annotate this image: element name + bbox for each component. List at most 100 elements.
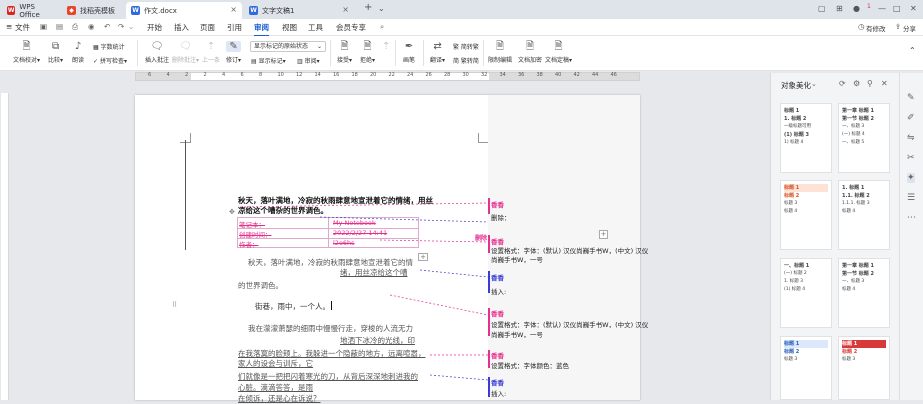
tab-wenzi-wengao[interactable]: W 文字文稿1 ×: [244, 2, 354, 19]
word-doc-icon: W: [249, 6, 258, 15]
window-close-icon[interactable]: ✕: [910, 4, 917, 13]
drag-handle-icon[interactable]: ⠿: [172, 301, 177, 309]
review-pane-button[interactable]: ▥ 审阅▾: [297, 56, 320, 65]
tab-zuowen-docx[interactable]: W 作文.docx ×: [126, 2, 242, 19]
close-icon[interactable]: ×: [230, 5, 237, 14]
delete-comment-button[interactable]: 🗨 删除批注▾: [172, 41, 199, 64]
comment-text[interactable]: 删除：: [491, 212, 511, 222]
convert-icon: 繁: [453, 44, 461, 51]
comment-text[interactable]: 插入:: [491, 388, 506, 398]
read-aloud-button[interactable]: ♪ 朗读: [72, 41, 84, 64]
word-count-button[interactable]: ▦ 字数统计: [93, 42, 125, 51]
style-card[interactable]: 标题 1 标题 2 标题 3: [780, 336, 832, 400]
history-icon[interactable]: ◷: [858, 22, 865, 31]
style-card[interactable]: 第一章 标题 1 第一节 标题 2 一、标题 3 (一) 标题 4 一、标题 5: [838, 103, 890, 173]
style-card[interactable]: 一、标题 1 (一) 标题 2 1. 标题 3 (1) 标题 4: [780, 258, 832, 328]
menu-reference[interactable]: 引用: [227, 22, 242, 33]
insert-comment-button[interactable]: 🗨 插入批注: [145, 41, 169, 64]
maximize-icon[interactable]: □: [893, 4, 901, 13]
accept-button[interactable]: 🗎 接受▾: [337, 41, 352, 64]
save-icon[interactable]: ▣: [40, 22, 47, 31]
style-card[interactable]: 标题 1 1. 标题 2 一级标题可用 (1) 标题 3 1) 标题 4: [780, 103, 832, 173]
minimize-icon[interactable]: —: [878, 4, 886, 13]
folder-icon[interactable]: ▤: [56, 22, 63, 31]
ruler-number: 20: [370, 72, 377, 78]
traditional-to-simplified-button[interactable]: 简 繁转简: [453, 56, 479, 65]
hamburger-icon[interactable]: ≡: [6, 22, 12, 31]
previous-button[interactable]: ⇡ 上一条: [202, 41, 220, 64]
encrypt-button[interactable]: 🗎 文档加密: [518, 41, 542, 64]
comment-text[interactable]: 插入:: [491, 286, 506, 296]
comment-text[interactable]: 尚巍手书W，一号: [491, 254, 543, 264]
proofread-button[interactable]: 🗎 文档校对▾: [13, 41, 40, 64]
undo-icon[interactable]: ↶: [104, 22, 110, 31]
adjust-icon[interactable]: ⇋: [907, 133, 915, 143]
pen-icon[interactable]: ✎: [907, 93, 915, 103]
scissors-icon[interactable]: ✂: [907, 153, 915, 163]
ruler-number: 4: [166, 72, 170, 78]
redo-icon[interactable]: ↷: [118, 22, 124, 31]
menu-view[interactable]: 视图: [282, 22, 297, 33]
compare-button[interactable]: ⧉ 比较▾: [48, 41, 63, 64]
style-card[interactable]: 1. 标题 1 1.1. 标题 2 1.1.1. 标题 3 标题 4: [838, 180, 890, 250]
style-card[interactable]: 标题 1 标题 2 标题 3 标题 4: [780, 180, 832, 250]
markup-state-select[interactable]: 显示标记的原始状态 ⌄: [250, 41, 326, 52]
share-icon[interactable]: ⇪: [895, 22, 901, 31]
finalize-button[interactable]: 🗎 文档定稿▾: [545, 41, 572, 64]
button-label: 拒绝: [360, 57, 373, 64]
close-icon[interactable]: ×: [342, 5, 349, 14]
edit-icon[interactable]: ✐: [907, 113, 915, 123]
translate-button[interactable]: ⇄ 翻译▾: [430, 41, 445, 64]
tab-wps-office[interactable]: W WPS Office: [2, 2, 60, 19]
show-markup-button[interactable]: ▤ 显示标记▾: [251, 56, 286, 65]
menu-file[interactable]: 文件: [15, 22, 30, 33]
comment-author: 香香: [491, 201, 504, 209]
style-card[interactable]: 标题 1 标题 2 标题 3: [838, 336, 890, 400]
card-line: 一、标题 5: [842, 140, 865, 145]
magic-icon[interactable]: ✦: [907, 173, 915, 183]
search-icon[interactable]: ⌕: [380, 22, 384, 32]
menu-insert[interactable]: 插入: [174, 22, 189, 33]
previous-change-icon[interactable]: ⇡: [382, 41, 390, 55]
chevron-down-icon[interactable]: ⌄: [811, 80, 817, 88]
pin-icon[interactable]: ⚲: [867, 79, 873, 88]
add-icon[interactable]: +: [599, 230, 608, 239]
docer-icon: ◆: [67, 6, 76, 15]
simplified-to-traditional-button[interactable]: 繁 简转繁: [453, 42, 479, 51]
preview-icon[interactable]: ◉: [88, 22, 95, 31]
style-card[interactable]: 第一章 标题 1 第一节 标题 2 一、标题 3 标题 4: [838, 258, 890, 328]
settings-icon[interactable]: ⚙: [853, 79, 860, 88]
restore-icon[interactable]: ▢: [818, 4, 826, 13]
comment-text[interactable]: 设置格式：字体颜色：蓝色: [491, 360, 569, 370]
menu-member[interactable]: 会员专享: [336, 22, 366, 33]
horizontal-ruler[interactable]: 6 4 2 2 4 6 8 10 12 14 16 18 20 22 24 26 28 30 32 34 36 38 40 4…: [135, 72, 640, 81]
share-button[interactable]: 分享: [903, 23, 916, 33]
vertical-ruler[interactable]: [1, 93, 9, 400]
modified-status[interactable]: 有修改: [866, 23, 886, 33]
avatar[interactable]: ●: [853, 4, 860, 13]
translate-icon: ⇄: [433, 41, 442, 52]
list-icon[interactable]: ☰: [907, 193, 915, 203]
new-tab-icon[interactable]: +: [364, 2, 372, 13]
menu-tools[interactable]: 工具: [308, 22, 323, 33]
reject-button[interactable]: 🗎 拒绝▾: [360, 41, 375, 64]
apps-icon[interactable]: ⊞: [836, 4, 843, 13]
chevron-down-icon[interactable]: ⌄: [378, 4, 385, 13]
tab-docer[interactable]: ◆ 找稻壳模板: [62, 2, 124, 19]
restrict-editing-button[interactable]: 🗎 限制编辑: [488, 41, 512, 64]
menu-review[interactable]: 审阅: [254, 22, 269, 37]
more-icon[interactable]: ⋯: [907, 213, 916, 223]
spell-check-button[interactable]: ✓ 拼写检查▾: [93, 56, 127, 65]
refresh-icon[interactable]: ⟳: [839, 79, 846, 88]
pen-button[interactable]: ✒ 画笔: [403, 41, 415, 64]
track-changes-button[interactable]: ✎ 修订▾: [226, 41, 242, 64]
print-icon[interactable]: ⎙: [72, 22, 78, 32]
comment-text[interactable]: 设置格式：字体：(默认) 汉仪尚巍手书W，(中文) 汉仪: [491, 319, 648, 329]
menu-home[interactable]: 开始: [147, 22, 162, 33]
comment-text[interactable]: 尚巍手书W，一号: [491, 329, 543, 339]
menu-page[interactable]: 页面: [200, 22, 215, 33]
chevron-down-icon[interactable]: ⌄: [128, 22, 134, 31]
collapse-ribbon-icon[interactable]: ⌃: [909, 46, 916, 55]
close-icon[interactable]: ✕: [881, 79, 888, 88]
card-line: 1. 标题 3: [784, 279, 804, 284]
